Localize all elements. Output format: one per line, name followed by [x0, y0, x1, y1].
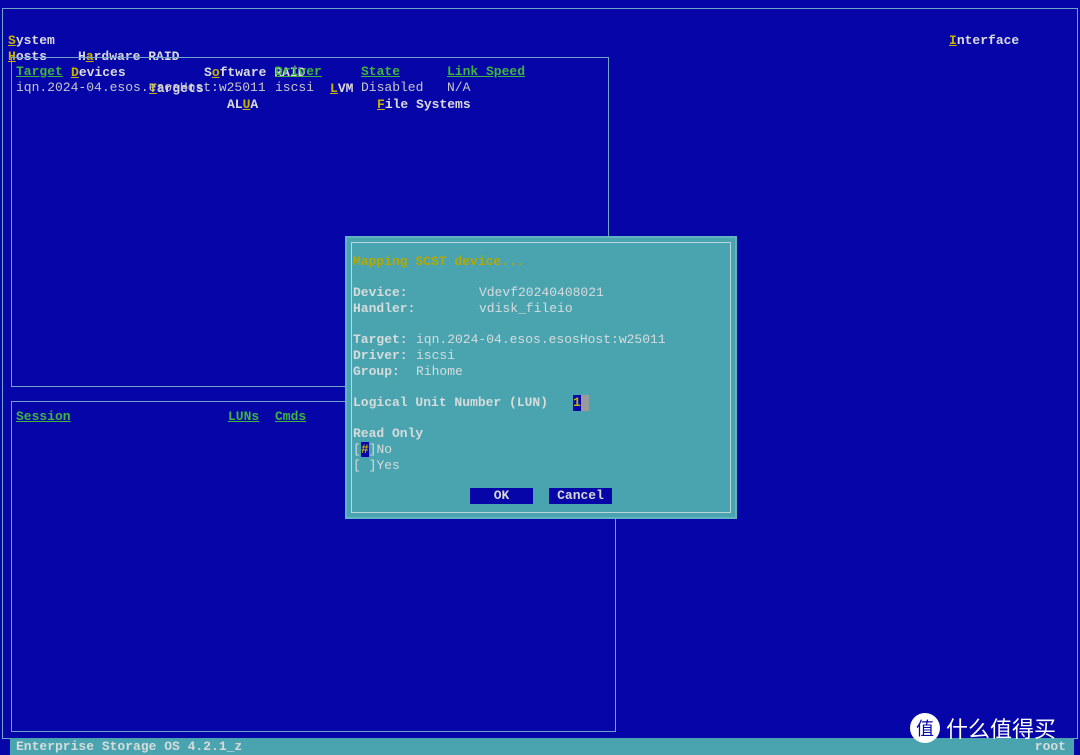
group-label: Group:: [353, 364, 400, 379]
read-only-label: Read Only: [353, 426, 424, 441]
menu-system[interactable]: System: [8, 33, 55, 49]
col-luns[interactable]: LUNs: [228, 409, 259, 425]
radio-no[interactable]: [#]No: [353, 442, 392, 458]
target-value: iqn.2024-04.esos.esosHost:w25011: [416, 332, 666, 347]
menu-interface[interactable]: Interface: [949, 33, 1019, 49]
dialog-title: Mapping SCST device...: [353, 254, 525, 269]
lun-label: Logical Unit Number (LUN): [353, 395, 549, 410]
driver-value: iscsi: [416, 348, 456, 363]
watermark-text: 什么值得买: [946, 718, 1057, 743]
device-label: Device:: [353, 285, 408, 300]
watermark-logo-icon: 值: [910, 713, 940, 743]
watermark: 值 什么值得买: [910, 713, 1056, 743]
col-target[interactable]: Target: [16, 64, 63, 80]
radio-yes[interactable]: [ ]Yes: [353, 458, 400, 474]
lun-value: 1: [573, 395, 581, 411]
cancel-button[interactable]: Cancel: [549, 488, 612, 504]
cell-link-speed: N/A: [447, 80, 471, 95]
target-label: Target:: [353, 332, 408, 347]
cell-driver: iscsi: [275, 80, 315, 95]
group-value: Rihome: [416, 364, 463, 379]
col-state[interactable]: State: [361, 64, 400, 80]
handler-value: vdisk_fileio: [479, 301, 573, 316]
col-driver[interactable]: Driver: [275, 64, 322, 80]
device-value: Vdevf20240408021: [479, 285, 604, 300]
cell-state: Disabled: [361, 80, 424, 95]
ok-button[interactable]: OK: [470, 488, 533, 504]
col-session[interactable]: Session: [16, 409, 71, 425]
status-os-version: Enterprise Storage OS 4.2.1_z: [16, 739, 243, 754]
col-cmds[interactable]: Cmds: [275, 409, 306, 425]
cell-target: iqn.2024-04.esos.esosHost:w25011: [16, 80, 266, 95]
col-link-speed[interactable]: Link Speed: [447, 64, 525, 80]
driver-label: Driver:: [353, 348, 408, 363]
map-device-dialog: Mapping SCST device... Device: Vdevf2024…: [345, 236, 737, 519]
lun-input[interactable]: 1: [573, 395, 589, 411]
handler-label: Handler:: [353, 301, 416, 316]
